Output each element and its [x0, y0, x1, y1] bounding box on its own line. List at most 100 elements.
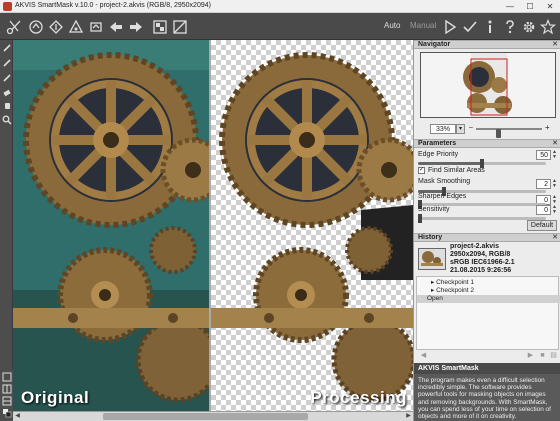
panel-close-icon[interactable]: ✕	[552, 140, 558, 148]
open-image-icon	[29, 20, 43, 34]
undo-button[interactable]	[106, 17, 126, 37]
horizontal-scrollbar[interactable]: ◀ ▶	[13, 411, 413, 421]
history-title: History	[418, 234, 443, 241]
sensitivity-input[interactable]: 0	[536, 205, 551, 215]
edge-priority-input[interactable]: 50	[536, 150, 551, 160]
navigator-zoom-controls: 33% ▾ – +	[418, 123, 558, 138]
info-button[interactable]	[480, 17, 500, 37]
two-views-button[interactable]	[2, 384, 12, 394]
about-title: AKVIS SmartMask	[418, 365, 479, 372]
processing-view[interactable]: Processing	[211, 40, 413, 411]
mask-smoothing-spinner[interactable]: ▲ ▼	[551, 179, 558, 189]
mask-smoothing-row: Mask Smoothing 2 ▲ ▼	[414, 176, 560, 189]
history-item-label: Open	[427, 295, 443, 302]
hand-icon	[5, 103, 10, 109]
history-item-selected[interactable]: Open	[417, 295, 560, 303]
image-window[interactable]: Original Processing	[13, 40, 413, 411]
settings-panel: Navigator ✕ 33% ▾ – + Parameters ✕ Edge …	[413, 40, 560, 421]
edge-priority-spinner[interactable]: ▲ ▼	[551, 150, 558, 160]
navigator-preview[interactable]	[420, 52, 556, 118]
horizontal-split-button[interactable]	[2, 396, 12, 406]
history-forward-icon[interactable]: ▶	[526, 352, 535, 360]
edge-priority-label: Edge Priority	[418, 151, 459, 158]
mode-auto-toggle[interactable]: Auto	[384, 21, 400, 30]
redo-button[interactable]	[126, 17, 146, 37]
zoom-dropdown-icon[interactable]: ▾	[456, 124, 465, 134]
run-button[interactable]	[440, 17, 460, 37]
scroll-left-icon[interactable]: ◀	[13, 412, 22, 421]
drop-brush-tool[interactable]	[2, 73, 12, 83]
maximize-button[interactable]: ☐	[520, 0, 540, 13]
panel-close-icon[interactable]: ✕	[552, 41, 558, 49]
about-panel: AKVIS SmartMask The program makes even a…	[414, 363, 560, 421]
apply-button[interactable]	[460, 17, 480, 37]
history-item-label: Checkpoint 2	[436, 287, 475, 294]
info-icon	[488, 20, 492, 33]
print-button[interactable]	[66, 17, 86, 37]
history-toolbar: ◀ ▶ ■ ▤	[416, 351, 559, 361]
scrollbar-thumb[interactable]	[103, 413, 308, 420]
history-dimensions: 2950x2094, RGB/8	[450, 251, 511, 258]
background-button[interactable]	[150, 17, 170, 37]
navigator-header: Navigator ✕	[414, 40, 560, 49]
parameters-title: Parameters	[418, 140, 457, 147]
pencil-icon	[3, 59, 11, 67]
history-clear-icon[interactable]: ▤	[549, 352, 558, 360]
preferences-button[interactable]	[519, 17, 539, 37]
help-icon	[506, 20, 514, 34]
window-title: AKVIS SmartMask v.10.0 - project-2.akvis…	[15, 2, 211, 9]
original-image	[13, 40, 209, 411]
find-similar-checkbox[interactable]: ✓	[418, 167, 425, 174]
save-button[interactable]	[46, 17, 66, 37]
selection-tool-button[interactable]	[4, 17, 24, 37]
minimize-button[interactable]: —	[500, 0, 520, 13]
mask-button[interactable]	[170, 17, 190, 37]
single-view-button[interactable]	[2, 372, 12, 382]
sensitivity-row: Sensitivity 0 ▲ ▼	[414, 205, 560, 217]
toolbar: Auto Manual	[0, 13, 560, 40]
zoom-tool[interactable]	[2, 115, 12, 125]
history-file-name: project-2.akvis	[450, 243, 500, 250]
history-item-label: Checkpoint 1	[436, 279, 475, 286]
keep-brush-tool[interactable]	[2, 58, 12, 68]
about-description: The program makes even a difficult selec…	[418, 377, 551, 421]
tools-panel	[0, 40, 13, 421]
hsplit-window-icon	[2, 396, 12, 406]
scroll-right-icon[interactable]: ▶	[404, 412, 413, 421]
mask-smoothing-input[interactable]: 2	[536, 179, 551, 189]
hand-tool[interactable]	[2, 100, 12, 110]
default-button[interactable]: Default	[527, 220, 557, 231]
close-button[interactable]: ✕	[540, 0, 560, 13]
eraser-icon	[3, 89, 11, 97]
color-swatch-button[interactable]	[2, 408, 12, 418]
processed-image	[211, 52, 413, 403]
zoom-value-field[interactable]: 33%	[430, 124, 456, 134]
edge-priority-row: Edge Priority 50 ▲ ▼	[414, 149, 560, 161]
open-button[interactable]	[26, 17, 46, 37]
zoom-in-icon[interactable]: +	[545, 123, 550, 132]
eraser-tool[interactable]	[2, 88, 12, 98]
history-delete-icon[interactable]: ■	[538, 352, 547, 360]
history-back-icon[interactable]: ◀	[419, 352, 428, 360]
parameters-header: Parameters ✕	[414, 139, 560, 148]
sensitivity-knob[interactable]	[418, 214, 422, 223]
title-bar: AKVIS SmartMask v.10.0 - project-2.akvis…	[0, 0, 560, 13]
sensitivity-spinner[interactable]: ▲ ▼	[551, 205, 558, 215]
help-button[interactable]	[500, 17, 520, 37]
history-item[interactable]: ▸ Checkpoint 2	[417, 287, 560, 295]
mode-manual-toggle[interactable]: Manual	[410, 21, 436, 30]
history-item[interactable]: ▸ Checkpoint 1	[417, 279, 560, 287]
sensitivity-label: Sensitivity	[418, 206, 450, 213]
selection-brush-tool[interactable]	[2, 43, 12, 53]
zoom-slider-thumb[interactable]	[495, 129, 501, 138]
print-icon	[68, 19, 84, 33]
navigator-title: Navigator	[418, 41, 451, 48]
original-view[interactable]: Original	[13, 40, 209, 411]
panel-close-icon[interactable]: ✕	[552, 234, 558, 242]
zoom-slider[interactable]	[476, 128, 542, 138]
share-button[interactable]	[86, 17, 106, 37]
zoom-out-icon[interactable]: –	[469, 124, 473, 131]
extras-button[interactable]	[538, 17, 558, 37]
single-window-icon	[2, 372, 12, 382]
background-grid-icon	[153, 20, 167, 34]
